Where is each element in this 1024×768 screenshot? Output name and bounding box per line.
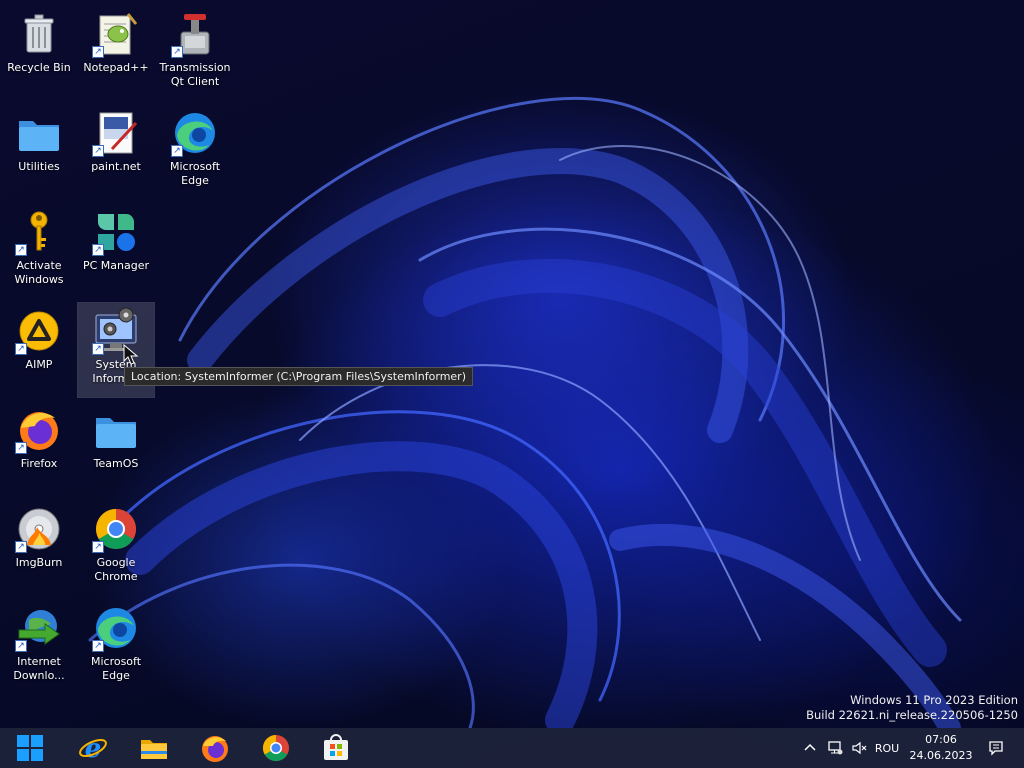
shortcut-arrow-icon: ↗	[92, 640, 104, 652]
shortcut-arrow-icon: ↗	[15, 343, 27, 355]
shortcut-arrow-icon: ↗	[171, 145, 183, 157]
notification-center-icon	[989, 741, 1003, 756]
chevron-up-icon	[804, 743, 816, 751]
imgburn-icon: ↗	[15, 505, 63, 553]
taskbar-chrome[interactable]	[256, 728, 296, 768]
icon-label: PC Manager	[82, 259, 150, 272]
aimp-icon: ↗	[15, 307, 63, 355]
icon-label: Recycle Bin	[7, 61, 71, 74]
show-hidden-icons-button[interactable]	[800, 728, 820, 768]
icon-label: Google Chrome	[94, 556, 138, 583]
icon-location-tooltip: Location: SystemInformer (C:\Program Fil…	[124, 367, 473, 386]
windows-build-watermark: Windows 11 Pro 2023 Edition Build 22621.…	[806, 693, 1018, 723]
icon-label: Firefox	[20, 457, 58, 470]
edge-icon: ↗	[92, 604, 140, 652]
watermark-edition: Windows 11 Pro 2023 Edition	[850, 693, 1018, 707]
desktop-icon-firefox[interactable]: ↗ Firefox	[1, 402, 77, 496]
shortcut-arrow-icon: ↗	[171, 46, 183, 58]
taskbar-clock[interactable]: 07:06 24.06.2023	[906, 732, 976, 764]
volume-muted-icon	[852, 741, 867, 755]
icon-label: ImgBurn	[15, 556, 63, 569]
icon-label: paint.net	[91, 160, 141, 173]
shortcut-arrow-icon: ↗	[15, 244, 27, 256]
desktop-icon-teamos[interactable]: TeamOS	[78, 402, 154, 496]
firefox-icon	[202, 736, 228, 762]
icon-label: AIMP	[25, 358, 53, 371]
input-language-indicator[interactable]: ROU	[872, 728, 902, 768]
shortcut-arrow-icon: ↗	[92, 343, 104, 355]
firefox-icon: ↗	[15, 406, 63, 454]
network-tray-button[interactable]	[824, 728, 846, 768]
icon-label: Microsoft Edge	[169, 160, 221, 187]
mouse-cursor-icon	[123, 344, 139, 365]
watermark-build: Build 22621.ni_release.220506-1250	[806, 708, 1018, 722]
desktop-icon-paint-net[interactable]: ↗ paint.net	[78, 105, 154, 199]
windows-start-icon	[17, 735, 43, 761]
desktop-icon-utilities[interactable]: Utilities	[1, 105, 77, 199]
icon-label: Activate Windows	[14, 259, 64, 286]
notifications-button[interactable]	[984, 728, 1008, 768]
volume-tray-button[interactable]	[848, 728, 870, 768]
recycle-bin-icon	[15, 10, 63, 58]
desktop-icon-aimp[interactable]: ↗ AIMP	[1, 303, 77, 397]
shortcut-arrow-icon: ↗	[92, 145, 104, 157]
shortcut-arrow-icon: ↗	[15, 442, 27, 454]
desktop-icon-microsoft-edge[interactable]: ↗ Microsoft Edge	[157, 105, 233, 199]
desktop-icon-pc-manager[interactable]: ↗ PC Manager	[78, 204, 154, 298]
desktop-icon-transmission[interactable]: ↗ Transmission Qt Client	[157, 6, 233, 100]
desktop-icon-imgburn[interactable]: ↗ ImgBurn	[1, 501, 77, 595]
icon-label: Transmission Qt Client	[159, 61, 231, 88]
folder-icon	[92, 406, 140, 454]
icon-label: Notepad++	[83, 61, 149, 74]
pc-manager-icon: ↗	[92, 208, 140, 256]
taskbar-firefox[interactable]	[195, 728, 235, 768]
taskbar-file-explorer[interactable]	[134, 728, 174, 768]
desktop-icon-google-chrome[interactable]: ↗ Google Chrome	[78, 501, 154, 595]
icon-label: Internet Downlo...	[13, 655, 65, 682]
network-icon	[828, 741, 843, 755]
internet-download-manager-icon: ↗	[15, 604, 63, 652]
desktop-icon-microsoft-edge-2[interactable]: ↗ Microsoft Edge	[78, 600, 154, 694]
microsoft-store-icon	[324, 734, 348, 760]
clock-date: 24.06.2023	[909, 749, 973, 762]
chrome-icon	[262, 734, 289, 762]
folder-icon	[15, 109, 63, 157]
shortcut-arrow-icon: ↗	[92, 244, 104, 256]
transmission-icon: ↗	[171, 10, 219, 58]
desktop-icon-internet-download-manager[interactable]: ↗ Internet Downlo...	[1, 600, 77, 694]
notepad-plus-plus-icon: ↗	[92, 10, 140, 58]
desktop-icon-recycle-bin[interactable]: Recycle Bin	[1, 6, 77, 100]
file-explorer-icon	[141, 740, 167, 759]
taskbar-microsoft-store[interactable]	[316, 728, 356, 768]
svg-text:e: e	[85, 734, 102, 763]
shortcut-arrow-icon: ↗	[15, 541, 27, 553]
start-button[interactable]	[10, 728, 50, 768]
clock-time: 07:06	[925, 733, 957, 746]
chrome-icon: ↗	[92, 505, 140, 553]
desktop-icon-activate-windows[interactable]: ↗ Activate Windows	[1, 204, 77, 298]
taskbar-internet-explorer[interactable]: e	[73, 728, 113, 768]
icon-label: Microsoft Edge	[90, 655, 142, 682]
internet-explorer-icon: e	[79, 734, 107, 763]
shortcut-arrow-icon: ↗	[92, 541, 104, 553]
paint-net-icon: ↗	[92, 109, 140, 157]
icon-label: TeamOS	[93, 457, 139, 470]
shortcut-arrow-icon: ↗	[15, 640, 27, 652]
edge-icon: ↗	[171, 109, 219, 157]
icon-label: Utilities	[18, 160, 60, 173]
desktop-icon-notepad-plus-plus[interactable]: ↗ Notepad++	[78, 6, 154, 100]
key-icon: ↗	[15, 208, 63, 256]
taskbar: e ROU 07:06 24.06.2023	[0, 728, 1024, 768]
shortcut-arrow-icon: ↗	[92, 46, 104, 58]
